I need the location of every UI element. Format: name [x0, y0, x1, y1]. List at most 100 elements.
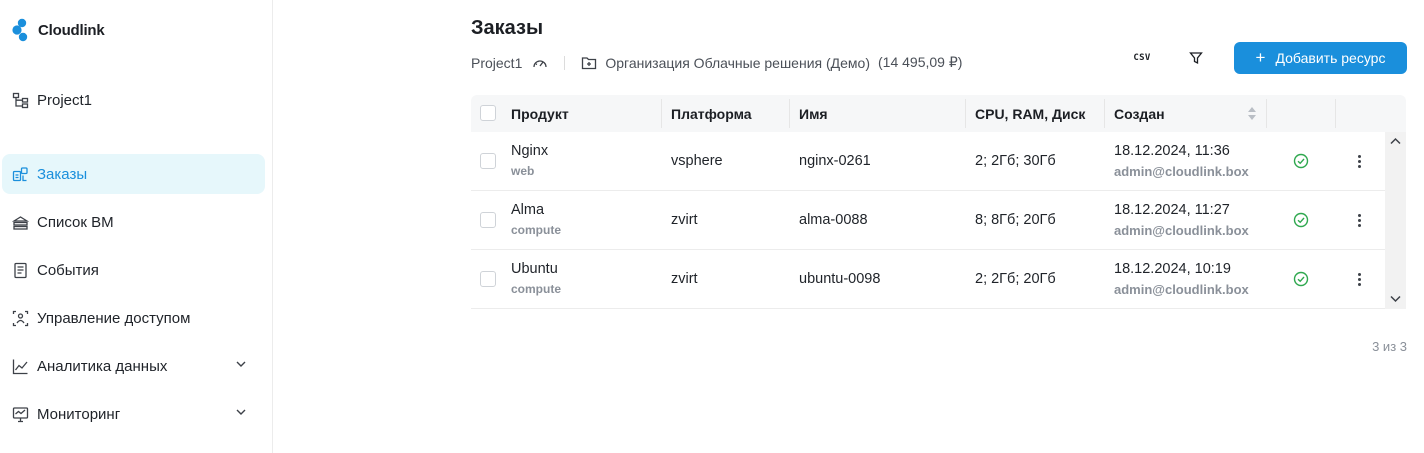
column-header-resources[interactable]: CPU, RAM, Диск	[975, 106, 1085, 122]
column-divider	[1104, 99, 1105, 128]
column-divider	[1266, 99, 1267, 128]
resources-cell: 2; 2Гб; 30Гб	[975, 153, 1056, 169]
sidebar-item-label: События	[37, 261, 99, 279]
product-name: Nginx	[511, 143, 549, 159]
csv-icon: CSV	[1133, 53, 1151, 63]
sidebar-item-label: Мониторинг	[37, 405, 121, 423]
row-checkbox[interactable]	[480, 271, 496, 287]
resources-cell: 8; 8Гб; 20Гб	[975, 212, 1056, 228]
sidebar-item-monitoring[interactable]: Мониторинг	[2, 394, 265, 434]
sidebar-item-events[interactable]: События	[2, 250, 265, 290]
context-bar: Project1 Организация Облачные решения (Д…	[471, 54, 962, 71]
scroll-up-icon[interactable]	[1389, 136, 1402, 146]
speedometer-icon[interactable]	[532, 56, 548, 70]
table-scrollbar[interactable]	[1385, 132, 1406, 309]
table-row[interactable]: Nginx web vsphere nginx-0261 2; 2Гб; 30Г…	[471, 132, 1406, 191]
chevron-down-icon[interactable]	[235, 406, 247, 418]
row-menu-icon[interactable]	[1358, 214, 1361, 227]
product-cell: Nginx web	[511, 143, 548, 178]
organization-name: Организация Облачные решения (Демо)	[605, 54, 870, 71]
sidebar: Cloudlink Project1 Заказы Список ВМ Собы…	[0, 0, 273, 453]
sidebar-item-label: Аналитика данных	[37, 357, 168, 375]
filter-button[interactable]	[1178, 42, 1214, 74]
column-header-product[interactable]: Продукт	[511, 106, 569, 122]
cloudlink-logo-icon	[12, 18, 32, 42]
pagination-summary: 3 из 3	[1372, 339, 1407, 354]
product-name: Ubuntu	[511, 261, 558, 277]
sidebar-item-orders[interactable]: Заказы	[2, 154, 265, 194]
created-date: 18.12.2024, 10:19	[1114, 261, 1231, 277]
table-header: Продукт Платформа Имя CPU, RAM, Диск Соз…	[471, 95, 1406, 132]
toolbar: CSV + Добавить ресурс	[1124, 42, 1407, 74]
context-project: Project1	[471, 54, 523, 71]
monitoring-icon	[12, 406, 29, 423]
product-type: web	[511, 164, 535, 178]
platform-cell: zvirt	[671, 271, 698, 287]
add-resource-button[interactable]: + Добавить ресурс	[1234, 42, 1407, 74]
name-cell: ubuntu-0098	[799, 271, 881, 287]
table-row[interactable]: Ubuntu compute zvirt ubuntu-0098 2; 2Гб;…	[471, 250, 1406, 309]
vm-list-icon	[12, 214, 29, 231]
sidebar-item-access[interactable]: Управление доступом	[2, 298, 265, 338]
status-ok-icon	[1293, 153, 1309, 169]
analytics-icon	[12, 358, 29, 375]
product-cell: Ubuntu compute	[511, 261, 561, 296]
scroll-down-icon[interactable]	[1389, 294, 1402, 304]
name-cell: alma-0088	[799, 212, 868, 228]
access-icon	[12, 310, 29, 327]
platform-cell: zvirt	[671, 212, 698, 228]
column-header-name[interactable]: Имя	[799, 106, 828, 122]
platform-cell: vsphere	[671, 153, 723, 169]
column-header-platform[interactable]: Платформа	[671, 106, 752, 122]
orders-table: Продукт Платформа Имя CPU, RAM, Диск Соз…	[471, 95, 1406, 309]
sort-icon[interactable]	[1247, 106, 1257, 121]
column-header-created[interactable]: Создан	[1114, 106, 1165, 122]
product-type: compute	[511, 282, 562, 296]
logo[interactable]: Cloudlink	[12, 18, 105, 42]
sidebar-item-label: Управление доступом	[37, 309, 191, 327]
resources-cell: 2; 2Гб; 20Гб	[975, 271, 1056, 287]
filter-icon	[1189, 52, 1203, 65]
plus-icon: +	[1255, 48, 1266, 67]
created-cell: 18.12.2024, 11:36 admin@cloudlink.box	[1114, 143, 1249, 179]
sidebar-item-label: Список ВМ	[37, 213, 114, 231]
product-type: compute	[511, 223, 562, 237]
column-divider	[789, 99, 790, 128]
created-date: 18.12.2024, 11:36	[1114, 143, 1230, 159]
created-user: admin@cloudlink.box	[1114, 282, 1249, 297]
product-name: Alma	[511, 202, 545, 218]
page-title: Заказы	[471, 17, 544, 39]
product-cell: Alma compute	[511, 202, 561, 237]
column-divider	[661, 99, 662, 128]
name-cell: nginx-0261	[799, 153, 871, 169]
status-ok-icon	[1293, 271, 1309, 287]
select-all-checkbox[interactable]	[480, 105, 496, 121]
folder-icon	[582, 56, 597, 69]
app-name: Cloudlink	[38, 21, 105, 39]
created-user: admin@cloudlink.box	[1114, 223, 1249, 238]
export-csv-button[interactable]: CSV	[1124, 42, 1160, 74]
row-checkbox[interactable]	[480, 153, 496, 169]
sidebar-nav: Заказы Список ВМ События Управление дост…	[2, 154, 265, 442]
sidebar-item-label: Заказы	[37, 165, 88, 183]
row-menu-icon[interactable]	[1358, 155, 1361, 168]
row-checkbox[interactable]	[480, 212, 496, 228]
sidebar-item-vm-list[interactable]: Список ВМ	[2, 202, 265, 242]
table-row[interactable]: Alma compute zvirt alma-0088 8; 8Гб; 20Г…	[471, 191, 1406, 250]
project-tree-icon	[12, 92, 29, 109]
created-cell: 18.12.2024, 11:27 admin@cloudlink.box	[1114, 202, 1249, 238]
organization-balance: (14 495,09 ₽)	[878, 54, 963, 70]
sidebar-item-analytics[interactable]: Аналитика данных	[2, 346, 265, 386]
events-icon	[12, 262, 29, 279]
orders-icon	[12, 166, 29, 183]
created-date: 18.12.2024, 11:27	[1114, 202, 1230, 218]
context-organization: Организация Облачные решения (Демо) (14 …	[581, 54, 962, 71]
status-ok-icon	[1293, 212, 1309, 228]
main-content: Заказы Project1 Организация Облачные реш…	[273, 0, 1424, 453]
project-selector[interactable]: Project1	[12, 92, 92, 109]
created-user: admin@cloudlink.box	[1114, 164, 1249, 179]
row-menu-icon[interactable]	[1358, 273, 1361, 286]
chevron-down-icon[interactable]	[235, 358, 247, 370]
column-divider	[965, 99, 966, 128]
column-divider	[1335, 99, 1336, 128]
